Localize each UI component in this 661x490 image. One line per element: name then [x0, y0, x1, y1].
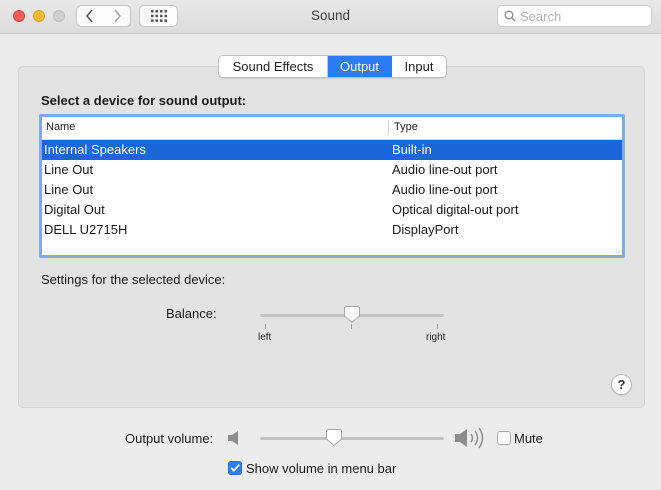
tab-output[interactable]: Output: [328, 56, 392, 77]
balance-right-label: right: [426, 332, 446, 343]
show-all-button[interactable]: [139, 5, 178, 27]
device-name: DELL U2715H: [44, 222, 128, 237]
search-field[interactable]: [497, 5, 652, 27]
device-name: Internal Speakers: [44, 142, 146, 157]
balance-left-label: left: [258, 332, 272, 343]
balance-slider-thumb[interactable]: [344, 305, 360, 324]
device-type: Optical digital-out port: [392, 202, 519, 217]
column-header-type[interactable]: Type: [394, 121, 418, 133]
column-divider[interactable]: [388, 120, 389, 135]
table-row[interactable]: Line Out Audio line-out port: [42, 180, 622, 200]
show-volume-label: Show volume in menu bar: [246, 461, 397, 476]
device-name: Digital Out: [44, 202, 105, 217]
balance-label: Balance:: [166, 306, 217, 321]
show-volume-checkbox[interactable]: [228, 461, 242, 475]
grid-icon: [150, 10, 167, 22]
search-icon: [504, 10, 516, 22]
checkmark-icon: [230, 464, 240, 472]
zoom-window-button[interactable]: [53, 10, 65, 22]
output-volume-label: Output volume:: [125, 431, 214, 446]
back-button[interactable]: [76, 5, 104, 27]
help-button[interactable]: ?: [611, 374, 632, 395]
balance-tick: [351, 324, 352, 329]
device-type: Audio line-out port: [392, 162, 498, 177]
table-row[interactable]: DELL U2715H DisplayPort: [42, 220, 622, 240]
title-bar: Sound: [0, 0, 661, 34]
balance-tick: [437, 324, 438, 329]
tab-bar: Sound Effects Output Input: [218, 55, 447, 78]
settings-heading: Settings for the selected device:: [41, 272, 226, 287]
device-type: Audio line-out port: [392, 182, 498, 197]
chevron-left-icon: [85, 9, 93, 23]
device-name: Line Out: [44, 182, 94, 197]
device-table[interactable]: Name Type Internal Speakers Built-in Lin…: [39, 114, 625, 258]
table-row[interactable]: Line Out Audio line-out port: [42, 160, 622, 180]
speaker-low-icon: [228, 431, 238, 445]
tab-sound-effects[interactable]: Sound Effects: [219, 56, 328, 77]
tab-input[interactable]: Input: [392, 56, 446, 77]
minimize-window-button[interactable]: [33, 10, 45, 22]
balance-tick: [265, 324, 266, 329]
chevron-right-icon: [113, 9, 121, 23]
table-row[interactable]: Internal Speakers Built-in: [42, 140, 622, 160]
mute-checkbox[interactable]: [497, 431, 511, 445]
device-name: Line Out: [44, 162, 94, 177]
column-header-name[interactable]: Name: [46, 121, 75, 133]
mute-label: Mute: [514, 431, 543, 446]
device-type: DisplayPort: [392, 222, 459, 237]
table-row[interactable]: Digital Out Optical digital-out port: [42, 200, 622, 220]
forward-button[interactable]: [103, 5, 131, 27]
device-type: Built-in: [392, 142, 432, 157]
output-volume-slider-track[interactable]: [260, 437, 444, 440]
search-input[interactable]: [520, 8, 640, 24]
output-volume-slider-thumb[interactable]: [325, 428, 342, 447]
speaker-high-icon: [455, 427, 484, 449]
device-list-heading: Select a device for sound output:: [41, 93, 247, 108]
close-window-button[interactable]: [13, 10, 25, 22]
table-header: Name Type: [42, 117, 622, 140]
